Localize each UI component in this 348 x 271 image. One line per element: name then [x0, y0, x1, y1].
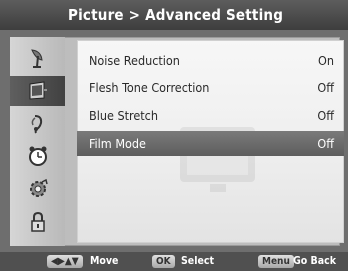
menu-row-film-mode[interactable]: Film Mode Off — [77, 131, 344, 156]
row-label: Noise Reduction — [89, 53, 180, 68]
page-title: Picture > Advanced Setting — [68, 6, 284, 24]
select-hint: Select — [181, 255, 214, 267]
sidebar-item-sound[interactable] — [10, 109, 65, 139]
sidebar — [10, 37, 65, 246]
picture-icon — [29, 81, 47, 100]
lock-icon — [30, 211, 45, 232]
hint-bar: ◀▶▲▼ Move OK Select Menu Go Back — [0, 252, 348, 271]
row-value: Off — [317, 108, 334, 123]
move-key-badge: ◀▶▲▼ — [47, 255, 83, 268]
menu-row-flesh-tone-correction[interactable]: Flesh Tone Correction Off — [77, 75, 344, 100]
row-label: Blue Stretch — [89, 108, 158, 123]
row-label: Flesh Tone Correction — [89, 80, 210, 95]
go-back-hint: Go Back — [293, 255, 336, 267]
row-value: On — [318, 53, 334, 68]
menu-row-noise-reduction[interactable]: Noise Reduction On — [77, 48, 344, 73]
sidebar-item-setup[interactable] — [10, 174, 65, 204]
sidebar-item-channel[interactable] — [10, 43, 65, 73]
move-hint: Move — [90, 255, 119, 267]
sound-icon — [31, 115, 42, 134]
row-value: Off — [317, 136, 334, 151]
sidebar-item-lock[interactable] — [10, 207, 65, 237]
ok-key-badge: OK — [152, 255, 175, 268]
settings-panel: Noise Reduction On Flesh Tone Correction… — [77, 40, 344, 243]
antenna-icon — [30, 49, 43, 68]
row-label: Film Mode — [89, 136, 146, 151]
clock-icon — [28, 146, 47, 166]
setup-icon — [29, 178, 48, 197]
title-bar: Picture > Advanced Setting — [0, 0, 348, 30]
sidebar-item-timer[interactable] — [10, 141, 65, 171]
sidebar-item-picture[interactable] — [10, 76, 65, 106]
menu-row-blue-stretch[interactable]: Blue Stretch Off — [77, 103, 344, 128]
row-value: Off — [317, 80, 334, 95]
menu-key-badge: Menu — [258, 255, 294, 268]
